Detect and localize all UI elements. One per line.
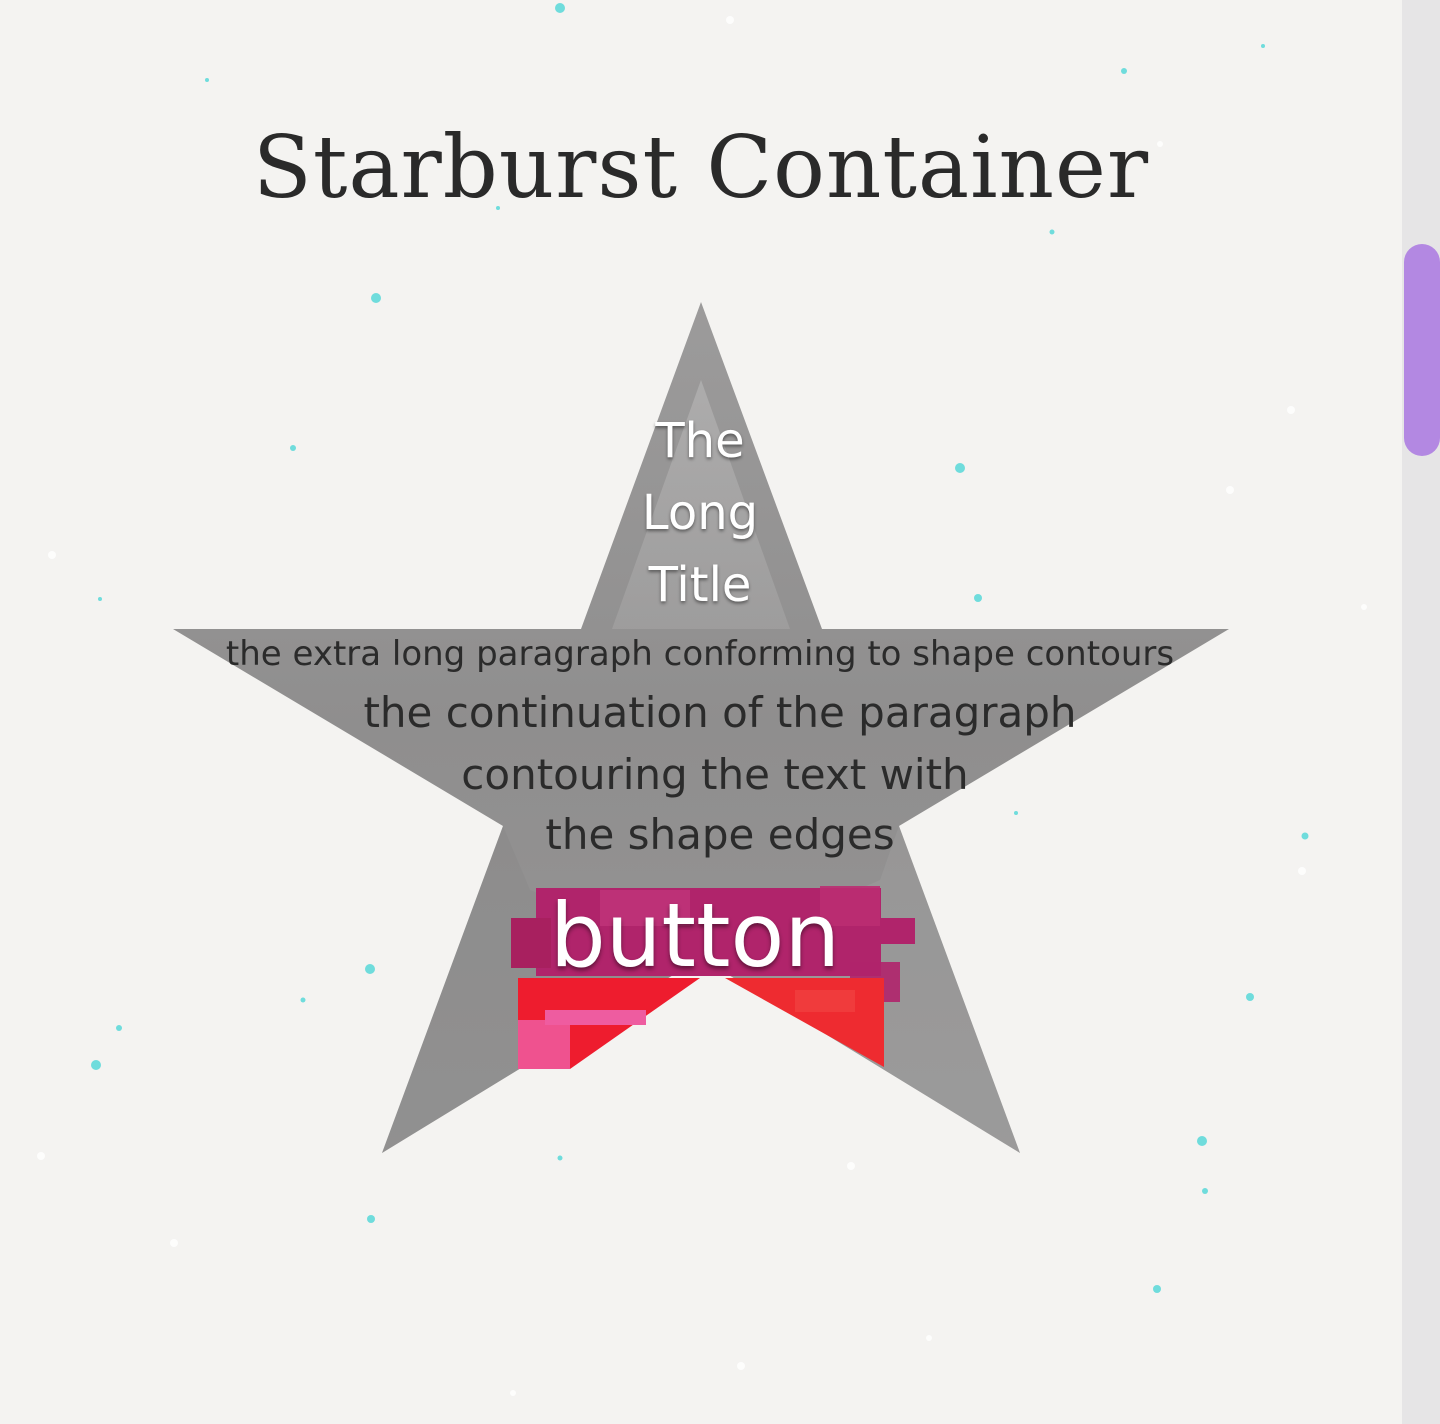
paragraph-line: the shape edges: [545, 810, 895, 859]
page: Starburst Container The Long Title the e…: [0, 0, 1402, 1424]
scrollbar-thumb[interactable]: [1404, 244, 1440, 456]
scrollbar-track[interactable]: [1402, 0, 1440, 1424]
paragraph-line: contouring the text with: [461, 750, 969, 799]
cta-button[interactable]: button: [510, 888, 910, 984]
star-card-title-line: The: [655, 413, 745, 469]
paragraph-line: the continuation of the paragraph: [363, 688, 1077, 737]
star-card-title-line: Long: [641, 485, 759, 541]
cta-button-label: button: [549, 884, 841, 987]
star-card-title-line: Title: [648, 557, 752, 613]
paragraph-line: the extra long paragraph conforming to s…: [225, 634, 1175, 674]
star-card-title: The Long Title: [560, 405, 840, 621]
